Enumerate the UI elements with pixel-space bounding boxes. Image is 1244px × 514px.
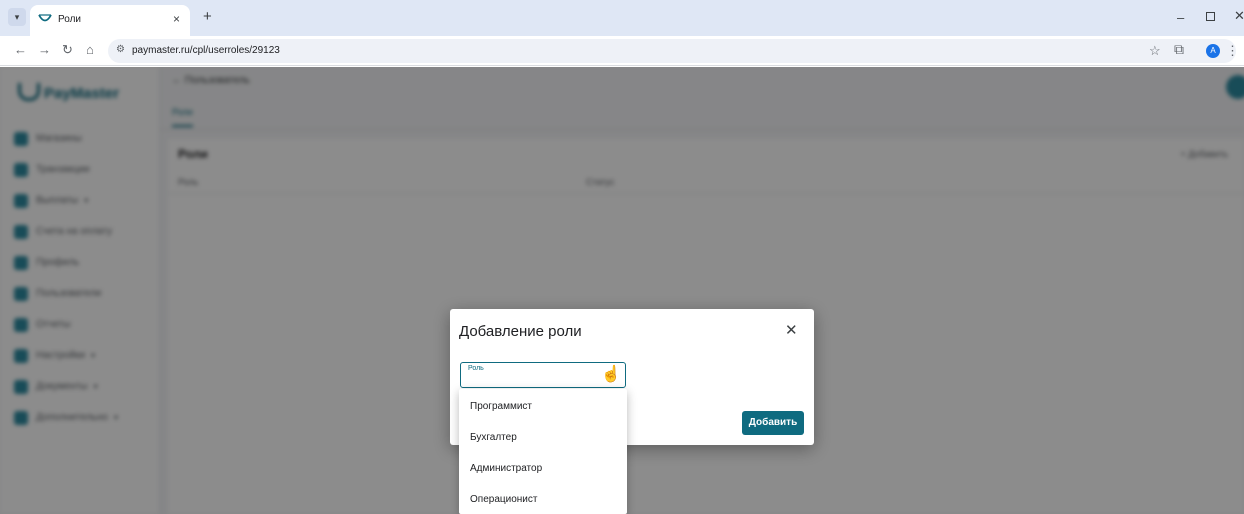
role-select[interactable]: Роль ☝ (460, 362, 626, 388)
add-button[interactable]: Добавить (742, 411, 804, 435)
window-minimize-icon[interactable]: – (1177, 10, 1184, 25)
role-field-label: Роль (468, 365, 484, 372)
site-info-icon[interactable]: ⚙ (116, 44, 125, 55)
address-bar[interactable]: ⚙ paymaster.ru/cpl/userroles/29123 ☆ ⧉ A… (108, 39, 1239, 63)
tab-close-icon[interactable]: × (173, 12, 180, 26)
url-text[interactable]: paymaster.ru/cpl/userroles/29123 (132, 45, 280, 56)
bookmark-star-icon[interactable]: ☆ (1149, 43, 1161, 59)
site-favicon-icon (38, 14, 52, 22)
home-icon[interactable]: ⌂ (86, 43, 94, 57)
dropdown-option[interactable]: Бухгалтер (459, 422, 627, 453)
tab-title: Роли (58, 14, 81, 25)
close-icon[interactable]: ✕ (785, 321, 798, 339)
profile-avatar[interactable]: A (1206, 44, 1220, 58)
browser-toolbar: ← → ↻ ⌂ ⚙ paymaster.ru/cpl/userroles/291… (0, 36, 1244, 66)
dropdown-option[interactable]: Операционист (459, 484, 627, 514)
new-tab-icon[interactable]: + (203, 9, 212, 24)
role-dropdown-menu: Программист Бухгалтер Администратор Операци… (459, 389, 627, 514)
dialog-title: Добавление роли (459, 323, 582, 340)
back-arrow-icon[interactable]: ← (14, 43, 27, 57)
browser-menu-icon[interactable]: ⋮ (1226, 43, 1239, 59)
window-restore-icon[interactable] (1206, 12, 1215, 21)
page-viewport: PayMaster Магазины Транзакции Выплаты ▾ Счет… (0, 67, 1244, 514)
forward-arrow-icon[interactable]: → (38, 43, 51, 57)
hand-cursor-icon: ☝ (601, 366, 621, 383)
browser-tab[interactable]: Роли × (30, 5, 190, 36)
extensions-icon[interactable]: ⧉ (1174, 41, 1184, 58)
reload-icon[interactable]: ↻ (62, 43, 73, 57)
window-close-icon[interactable]: ✕ (1234, 8, 1244, 24)
browser-tab-bar: ▾ Роли × + – ✕ (0, 0, 1244, 36)
dropdown-option[interactable]: Администратор (459, 453, 627, 484)
tab-list-chevron-icon[interactable]: ▾ (8, 8, 26, 26)
dropdown-option[interactable]: Программист (459, 391, 627, 422)
